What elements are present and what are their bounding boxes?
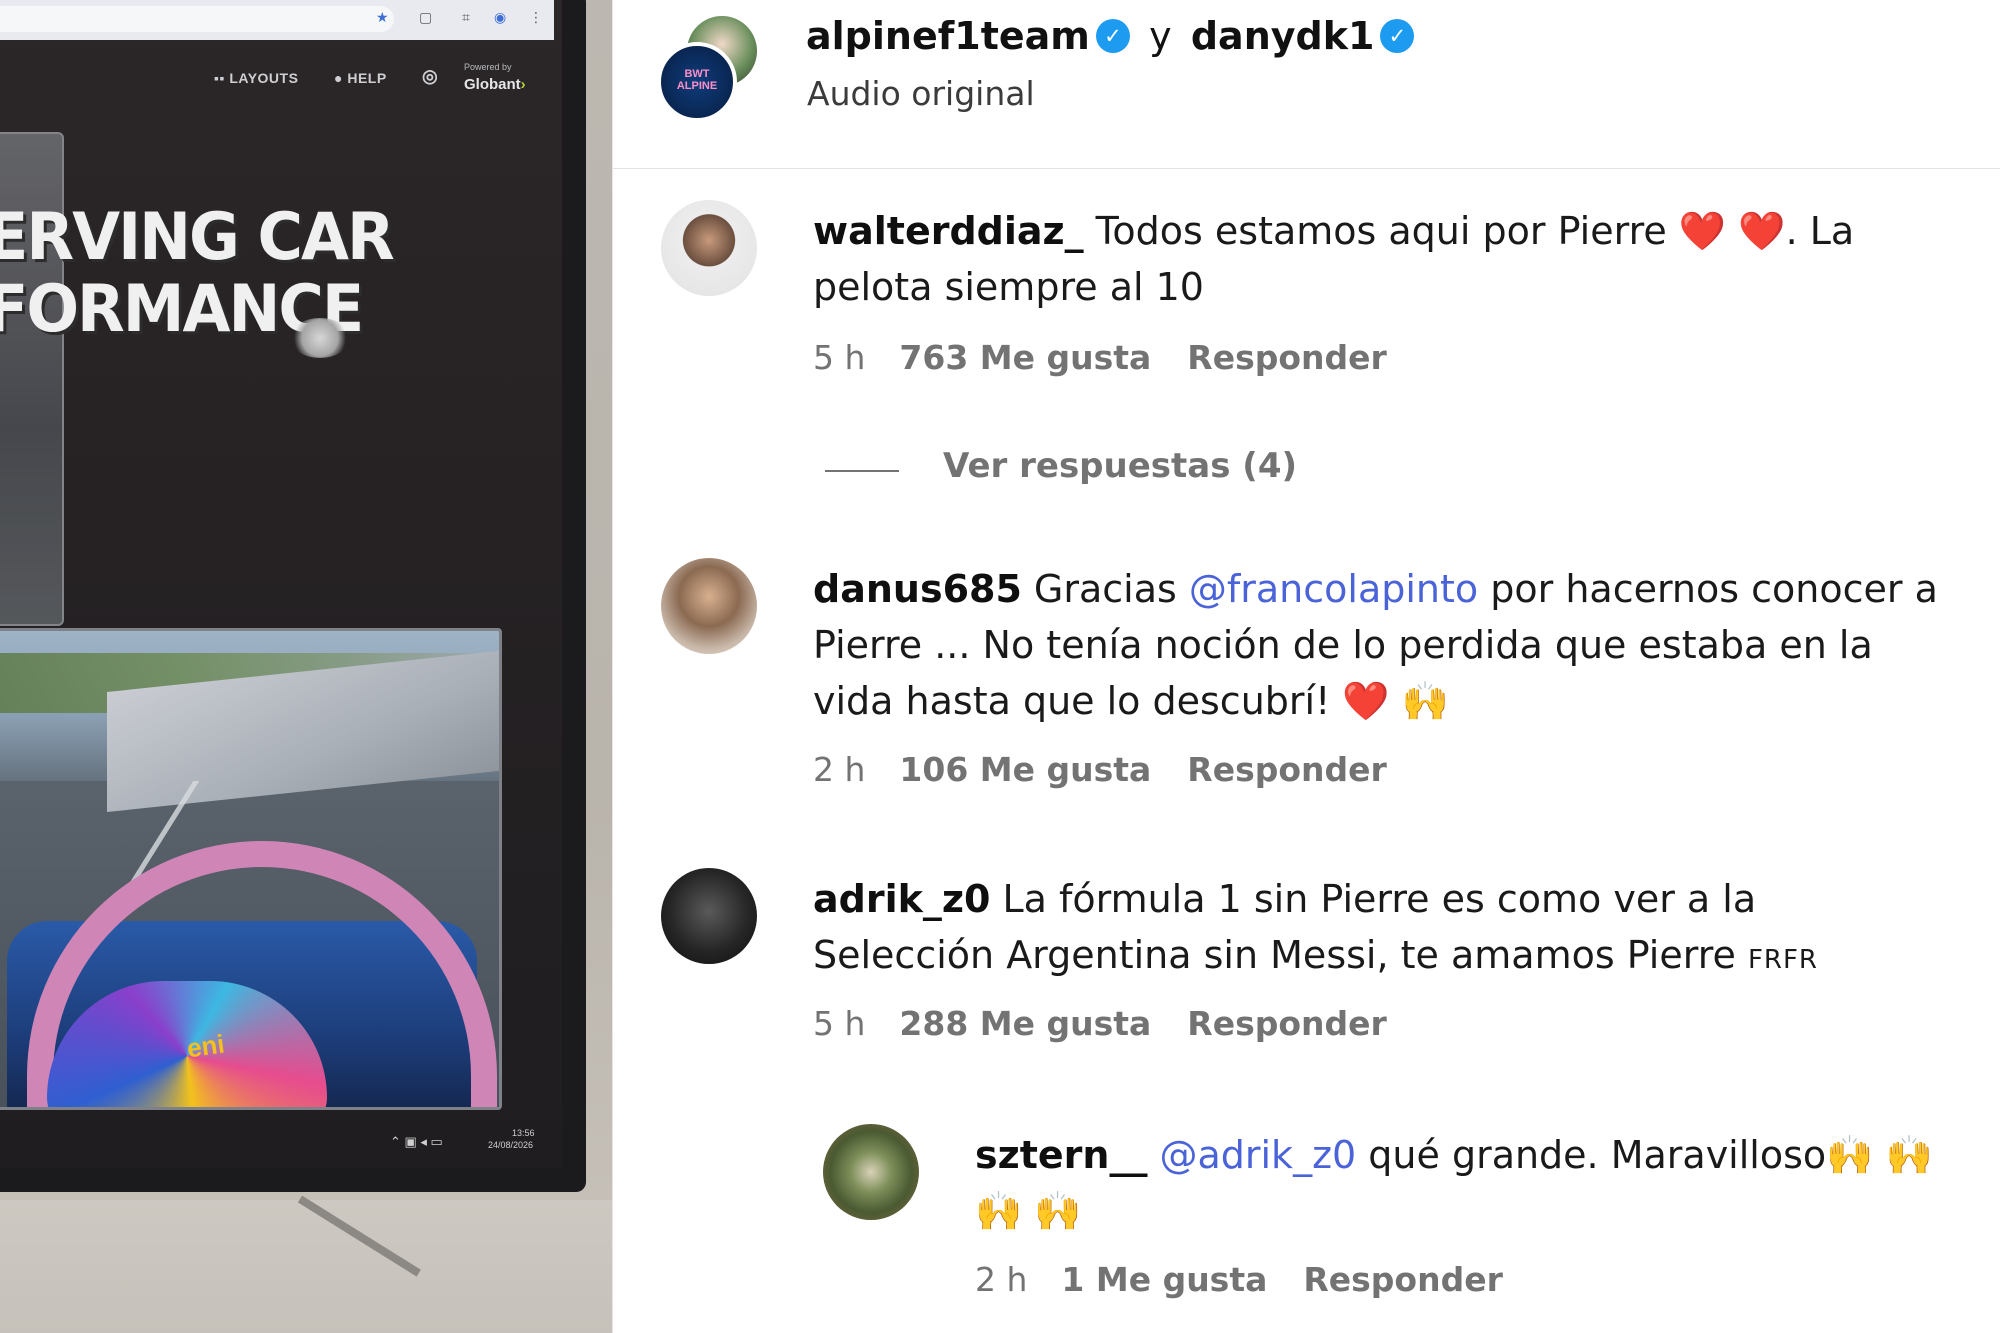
app-navigation: ▪▪ LAYOUTS ● HELP ◎ Powered by Globant› — [0, 62, 554, 102]
authors-joiner: y — [1149, 14, 1172, 58]
comment-suffix: FRFR — [1747, 945, 1818, 975]
comment-username[interactable]: sztern__ — [975, 1133, 1147, 1177]
monitor: ★ ▢ ⌗ ◉ ⋮ ▪▪ LAYOUTS ● HELP ◎ Powered by… — [0, 0, 586, 1192]
commenter-avatar[interactable] — [661, 868, 757, 964]
comment-meta: 5 h 763 Me gusta Responder — [813, 338, 1387, 377]
comment-text: Todos estamos aqui por Pierre — [1095, 209, 1667, 253]
comment-text: qué grande. Maravilloso — [1368, 1133, 1827, 1177]
comment-username[interactable]: walterddiaz_ — [813, 209, 1084, 253]
verified-badge-icon: ✓ — [1095, 19, 1130, 53]
taskbar-time: 13:56 — [512, 1128, 535, 1138]
view-replies-divider — [825, 470, 899, 472]
comment-time: 2 h — [975, 1260, 1028, 1299]
comment-time: 5 h — [813, 338, 866, 377]
grid-icon: ▪▪ — [214, 70, 230, 86]
profile-icon: ◉ — [494, 10, 507, 26]
reply-button[interactable]: Responder — [1187, 338, 1387, 377]
commenter-avatar[interactable] — [823, 1124, 919, 1220]
mention-link[interactable]: @francolapinto — [1189, 567, 1478, 611]
smoke-graphic — [290, 318, 350, 358]
comment-meta: 5 h 288 Me gusta Responder — [813, 1004, 1387, 1043]
comment-body: sztern__ @adrik_z0 qué grande. Maravillos… — [975, 1127, 1975, 1239]
alpine-logo: BWT ALPINE — [676, 68, 718, 92]
help-nav: ● HELP — [334, 70, 387, 86]
page-icon: ▢ — [419, 10, 433, 26]
comment-meta: 2 h 106 Me gusta Responder — [813, 750, 1387, 789]
star-icon: ★ — [376, 10, 389, 26]
comment-likes[interactable]: 763 Me gusta — [899, 338, 1151, 377]
audio-label[interactable]: Audio original — [807, 74, 1035, 113]
avatar-alpinef1team[interactable]: BWT ALPINE — [657, 42, 737, 122]
browser-toolbar: ★ ▢ ⌗ ◉ ⋮ — [0, 0, 554, 40]
monitor-screen: ★ ▢ ⌗ ◉ ⋮ ▪▪ LAYOUTS ● HELP ◎ Powered by… — [0, 0, 562, 1168]
comment-likes[interactable]: 1 Me gusta — [1061, 1260, 1267, 1299]
comment-body: walterddiaz_ Todos estamos aqui por Pierr… — [813, 203, 1943, 315]
comment-text: Gracias — [1033, 567, 1177, 611]
commenter-avatar[interactable] — [661, 558, 757, 654]
comment-likes[interactable]: 288 Me gusta — [899, 1004, 1151, 1043]
menu-icon: ⋮ — [529, 10, 543, 26]
background-floor — [0, 1200, 612, 1333]
user-icon: ◎ — [422, 66, 439, 86]
heart-emoji-icon: ❤️ ❤️ — [1678, 209, 1786, 253]
comment-meta: 2 h 1 Me gusta Responder — [975, 1260, 1503, 1299]
comment-time: 5 h — [813, 1004, 866, 1043]
author-link-danydk1[interactable]: danydk1 — [1191, 14, 1375, 58]
comment-likes[interactable]: 106 Me gusta — [899, 750, 1151, 789]
post-authors: alpinef1team ✓ y danydk1 ✓ — [806, 14, 1415, 58]
heart-emoji-icon: ❤️ — [1342, 679, 1390, 723]
taskbar-date: 24/08/2026 — [488, 1140, 534, 1150]
tray-icons: ⌃ ▣ ◂ ▭ — [390, 1134, 443, 1149]
comments-panel: BWT ALPINE alpinef1team ✓ y danydk1 ✓ Audio… — [612, 0, 2000, 1333]
powered-by-label: Powered by — [464, 62, 512, 72]
os-taskbar: ⌃ ▣ ◂ ▭ 13:56 24/08/2026 — [0, 1120, 562, 1160]
raising-hands-emoji-icon: 🙌 — [1401, 679, 1450, 723]
browser-address-bar — [0, 6, 394, 32]
author-link-alpinef1team[interactable]: alpinef1team — [806, 14, 1090, 58]
video-frame[interactable]: ★ ▢ ⌗ ◉ ⋮ ▪▪ LAYOUTS ● HELP ◎ Powered by… — [0, 0, 612, 1333]
comment-body: danus685 Gracias @francolapinto por hacer… — [813, 561, 1943, 729]
mention-link[interactable]: @adrik_z0 — [1159, 1133, 1356, 1177]
reply-button[interactable]: Responder — [1187, 1004, 1387, 1043]
comment-username[interactable]: adrik_z0 — [813, 877, 990, 921]
globant-logo: Globant› — [464, 76, 526, 93]
comment-username[interactable]: danus685 — [813, 567, 1022, 611]
headline-line-1: ERVING CAR — [0, 198, 395, 275]
extension-icon: ⌗ — [462, 10, 470, 26]
comment-time: 2 h — [813, 750, 866, 789]
reply-button[interactable]: Responder — [1187, 750, 1387, 789]
reply-button[interactable]: Responder — [1303, 1260, 1503, 1299]
helmet-sponsor-logo: eni — [185, 1028, 227, 1064]
view-replies-button[interactable]: Ver respuestas (4) — [943, 446, 1297, 486]
layouts-nav: ▪▪ LAYOUTS — [214, 70, 299, 86]
help-icon: ● — [334, 70, 348, 86]
onboard-camera-view: eni — [0, 628, 502, 1110]
post-header: BWT ALPINE alpinef1team ✓ y danydk1 ✓ Audio… — [613, 0, 2000, 169]
verified-badge-icon: ✓ — [1380, 19, 1415, 53]
comment-body: adrik_z0 La fórmula 1 sin Pierre es como … — [813, 871, 1943, 988]
commenter-avatar[interactable] — [661, 200, 757, 296]
